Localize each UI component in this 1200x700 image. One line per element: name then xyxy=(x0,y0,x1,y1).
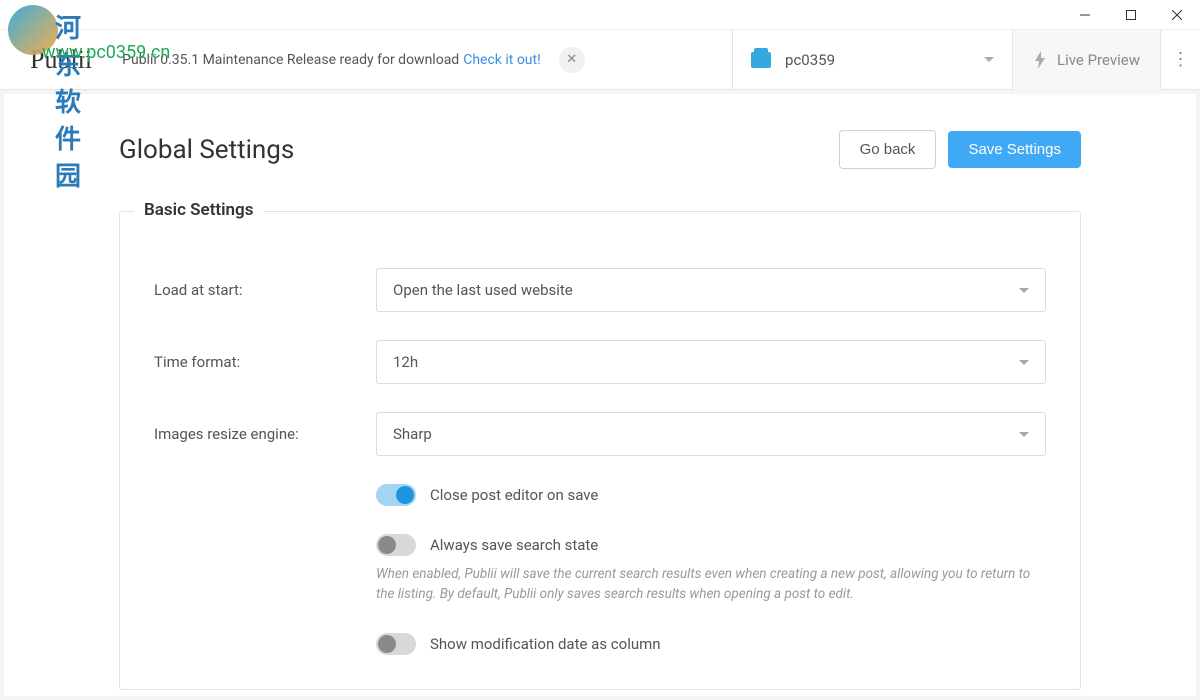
save-search-description: When enabled, Publii will save the curre… xyxy=(376,564,1036,605)
chevron-down-icon xyxy=(1019,288,1029,293)
dots-vertical-icon: ⋮ xyxy=(1172,49,1190,70)
basic-settings-section: Basic Settings Load at start: Open the l… xyxy=(119,211,1081,690)
load-at-start-select[interactable]: Open the last used website xyxy=(376,268,1046,312)
notification-text: Publii 0.35.1 Maintenance Release ready … xyxy=(122,52,459,68)
go-back-button[interactable]: Go back xyxy=(839,130,937,169)
select-value: 12h xyxy=(393,353,418,371)
close-icon: ✕ xyxy=(566,52,577,67)
top-bar: Publii Publii 0.35.1 Maintenance Release… xyxy=(0,30,1200,90)
time-format-select[interactable]: 12h xyxy=(376,340,1046,384)
window-close-button[interactable] xyxy=(1154,0,1200,30)
mod-date-toggle[interactable] xyxy=(376,633,416,655)
briefcase-icon xyxy=(751,52,771,68)
window-titlebar xyxy=(0,0,1200,30)
page-title: Global Settings xyxy=(119,135,839,165)
close-on-save-label: Close post editor on save xyxy=(430,486,598,504)
save-search-toggle[interactable] xyxy=(376,534,416,556)
chevron-down-icon xyxy=(1019,360,1029,365)
save-search-label: Always save search state xyxy=(430,536,598,554)
time-format-label: Time format: xyxy=(154,353,376,371)
select-value: Sharp xyxy=(393,425,432,443)
live-preview-label: Live Preview xyxy=(1057,51,1140,69)
site-name: pc0359 xyxy=(785,51,984,69)
window-minimize-button[interactable] xyxy=(1062,0,1108,30)
notification-link[interactable]: Check it out! xyxy=(463,52,541,68)
main-content: Global Settings Go back Save Settings Ba… xyxy=(4,94,1196,696)
section-legend: Basic Settings xyxy=(134,200,263,220)
select-value: Open the last used website xyxy=(393,281,573,299)
mod-date-label: Show modification date as column xyxy=(430,635,661,653)
update-notification: Publii 0.35.1 Maintenance Release ready … xyxy=(122,47,585,73)
app-logo: Publii xyxy=(30,45,92,75)
notification-close-button[interactable]: ✕ xyxy=(559,47,585,73)
chevron-down-icon xyxy=(1019,432,1029,437)
load-at-start-label: Load at start: xyxy=(154,281,376,299)
images-engine-label: Images resize engine: xyxy=(154,425,376,443)
lightning-icon xyxy=(1033,51,1047,69)
more-menu-button[interactable]: ⋮ xyxy=(1160,30,1200,90)
save-settings-button[interactable]: Save Settings xyxy=(948,131,1081,168)
live-preview-button[interactable]: Live Preview xyxy=(1012,30,1160,90)
chevron-down-icon xyxy=(984,57,994,62)
close-on-save-toggle[interactable] xyxy=(376,484,416,506)
window-maximize-button[interactable] xyxy=(1108,0,1154,30)
images-engine-select[interactable]: Sharp xyxy=(376,412,1046,456)
site-selector[interactable]: pc0359 xyxy=(732,30,1012,90)
